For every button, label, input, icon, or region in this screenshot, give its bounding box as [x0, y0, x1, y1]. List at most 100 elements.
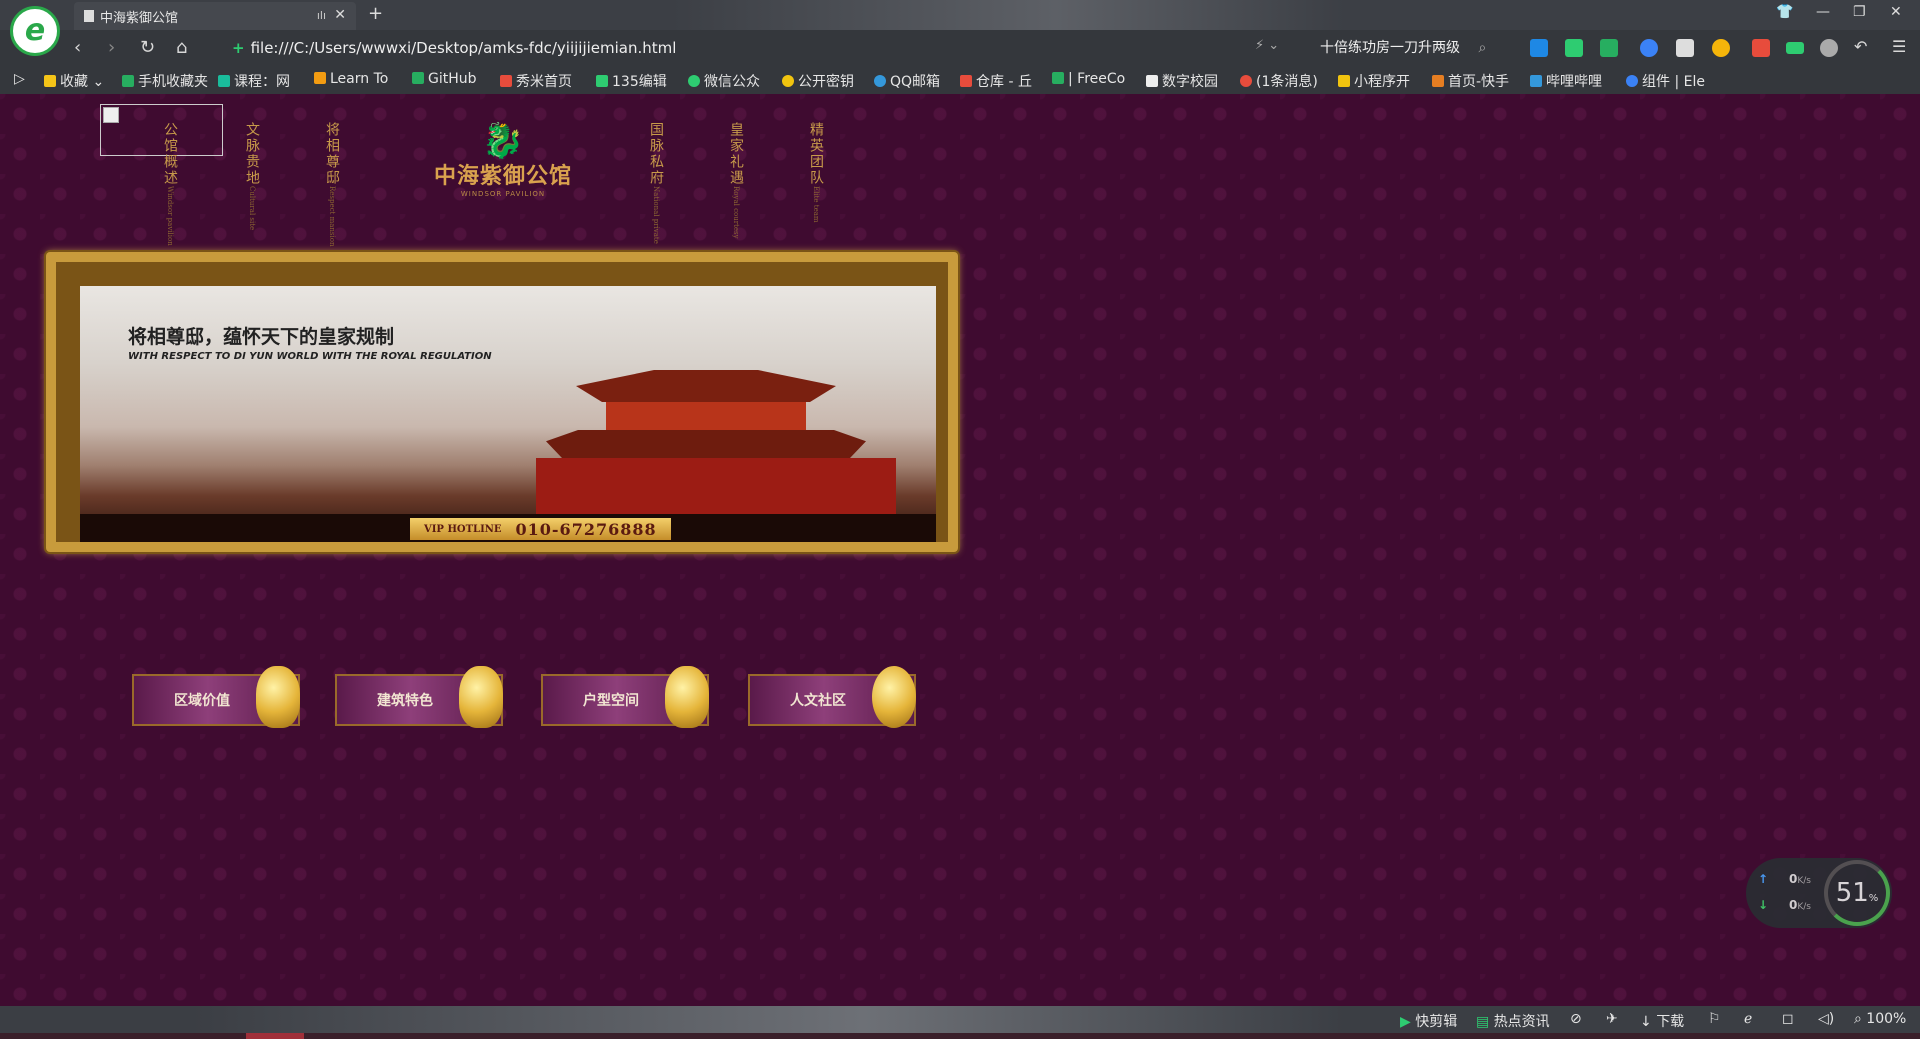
bookmark-item[interactable]: 仓库 - 丘: [960, 71, 1032, 91]
browser-logo-icon[interactable]: e: [10, 6, 60, 56]
course-icon: [218, 75, 230, 87]
forward-icon[interactable]: ›: [108, 37, 115, 58]
key-icon: [782, 75, 794, 87]
translate-icon[interactable]: [1565, 39, 1583, 57]
wechat-icon: [688, 75, 700, 87]
bookmark-item[interactable]: 收藏 ⌄: [44, 71, 104, 91]
page-content: 公馆概述Windsor pavilion 文脉贵地Cultural site 将…: [0, 94, 1920, 1006]
quick-cut-button[interactable]: ▶ 快剪辑: [1400, 1011, 1457, 1031]
hot-news-button[interactable]: ▤ 热点资讯: [1476, 1011, 1550, 1031]
lightning-icon[interactable]: ⚡ ⌄: [1255, 38, 1279, 53]
region-value-button[interactable]: 区域价值: [132, 666, 300, 728]
bookmark-item[interactable]: Learn To: [314, 71, 388, 87]
bookmarks-bar: ▷ 收藏 ⌄ 手机收藏夹 课程：网 Learn To GitHub 秀米首页 1…: [0, 66, 1920, 94]
floorplan-button[interactable]: 户型空间: [541, 666, 709, 728]
bookmark-item[interactable]: 微信公众: [688, 71, 760, 91]
apps-icon[interactable]: [1752, 39, 1770, 57]
bookmark-item[interactable]: 公开密钥: [782, 71, 854, 91]
close-window-button[interactable]: ✕: [1890, 4, 1902, 20]
nav-item-culture[interactable]: 文脉贵地Cultural site: [242, 122, 262, 230]
sidebar-toggle-icon[interactable]: ▷: [14, 71, 25, 87]
download-button[interactable]: ↓ 下载: [1640, 1011, 1684, 1031]
coin-icon[interactable]: [1712, 39, 1730, 57]
brand-logo[interactable]: 🐉 中海紫御公馆 WINDSOR PAVILION: [428, 124, 578, 198]
reload-icon[interactable]: ↻: [140, 37, 155, 58]
menu-icon[interactable]: ☰: [1892, 37, 1906, 56]
bookmark-item[interactable]: 135编辑: [596, 71, 667, 91]
architecture-button[interactable]: 建筑特色: [335, 666, 503, 728]
browser-tab[interactable]: 中海紫御公馆 ılı ✕: [74, 2, 356, 30]
learn-icon: [314, 72, 326, 84]
github-icon: [412, 72, 424, 84]
nav-bar: ‹ › ↻ ⌂ + file:///C:/Users/wwwxi/Desktop/…: [0, 30, 1920, 66]
vip-hotline: VIP HOTLINE 010-67276888: [410, 518, 671, 540]
bookmark-item[interactable]: (1条消息): [1240, 71, 1318, 91]
freeco-icon: [1052, 72, 1064, 84]
flag-icon[interactable]: ⚐: [1708, 1011, 1721, 1027]
restore-button[interactable]: ❐: [1853, 4, 1866, 20]
bookmark-item[interactable]: 首页-快手: [1432, 71, 1509, 91]
p-extension-icon[interactable]: [1530, 39, 1548, 57]
speed-icon[interactable]: ⊘: [1570, 1011, 1582, 1027]
play-icon: ▶: [1400, 1014, 1411, 1030]
bookmark-item[interactable]: 秀米首页: [500, 71, 572, 91]
undo-icon[interactable]: ↶: [1854, 37, 1867, 56]
banner-photo: 将相尊邸，蕴怀天下的皇家规制 WITH RESPECT TO DI YUN WO…: [80, 286, 936, 542]
bookmark-item[interactable]: 小程序开: [1338, 71, 1410, 91]
jade-ornament-icon: [665, 666, 709, 728]
new-tab-button[interactable]: +: [368, 3, 383, 24]
bookmark-item[interactable]: 组件 | Ele: [1626, 71, 1705, 91]
zoom-button[interactable]: ⌕ 100%: [1854, 1011, 1906, 1027]
nav-item-royal[interactable]: 皇家礼遇Royal courtesy: [726, 122, 746, 239]
news-icon: ▤: [1476, 1014, 1490, 1030]
search-icon[interactable]: ⌕: [1478, 40, 1486, 56]
upload-arrow-icon: ↑: [1758, 872, 1769, 886]
nav-item-team[interactable]: 精英团队Elite team: [806, 122, 826, 223]
find-icon[interactable]: [1640, 39, 1658, 57]
csdn-icon: [1240, 75, 1252, 87]
bookmark-item[interactable]: | FreeCo: [1052, 71, 1125, 87]
bilibili-icon: [1530, 75, 1542, 87]
repo-icon: [960, 75, 972, 87]
search-box[interactable]: 十倍练功房一刀升两级 ⌕: [1320, 35, 1500, 61]
pin-icon[interactable]: ✈: [1606, 1011, 1618, 1027]
phone-icon: [122, 75, 134, 87]
address-bar[interactable]: + file:///C:/Users/wwwxi/Desktop/amks-fdc…: [232, 35, 1272, 61]
dragon-icon: 🐉: [481, 121, 525, 161]
nav-item-national[interactable]: 国脉私府National private: [646, 122, 666, 244]
back-icon[interactable]: ‹: [74, 37, 81, 58]
bookmark-item[interactable]: 课程：网: [218, 71, 290, 91]
home-icon[interactable]: ⌂: [176, 37, 187, 58]
bookmark-item[interactable]: GitHub: [412, 71, 477, 87]
nav-item-overview[interactable]: 公馆概述Windsor pavilion: [160, 122, 180, 246]
ie-icon[interactable]: ℯ: [1744, 1011, 1752, 1027]
community-button[interactable]: 人文社区: [748, 666, 916, 728]
screenshot-icon[interactable]: [1676, 39, 1694, 57]
volume-icon[interactable]: ◁): [1818, 1011, 1834, 1027]
audio-icon[interactable]: ılı: [317, 9, 326, 22]
bookmark-item[interactable]: 哔哩哔哩: [1530, 71, 1602, 91]
search-text: 十倍练功房一刀升两级: [1320, 40, 1460, 56]
bookmark-item[interactable]: 手机收藏夹: [122, 71, 208, 91]
close-tab-icon[interactable]: ✕: [334, 7, 346, 23]
title-bar: 中海紫御公馆 ılı ✕ + 👕 — ❐ ✕: [0, 0, 1920, 30]
active-task[interactable]: [246, 1033, 304, 1039]
page-icon: [84, 10, 94, 22]
window-icon[interactable]: ◻: [1782, 1011, 1794, 1027]
tools-icon[interactable]: [1600, 39, 1618, 57]
battery-icon[interactable]: [1786, 42, 1804, 54]
address-text: file:///C:/Users/wwwxi/Desktop/amks-fdc/…: [250, 39, 677, 57]
bookmark-item[interactable]: 数字校园: [1146, 71, 1218, 91]
taskbar: [0, 1033, 1920, 1039]
minimize-button[interactable]: —: [1816, 4, 1830, 20]
nav-item-mansion[interactable]: 将相尊邸Respect mansion: [322, 122, 342, 246]
miniprogram-icon: [1338, 75, 1350, 87]
skin-icon[interactable]: 👕: [1776, 4, 1793, 20]
bookmark-item[interactable]: QQ邮箱: [874, 71, 940, 91]
zoom-icon: ⌕: [1854, 1011, 1862, 1027]
jade-ornament-icon: [459, 666, 503, 728]
tab-title: 中海紫御公馆: [100, 10, 179, 26]
headset-icon[interactable]: [1820, 39, 1838, 57]
xiumi-icon: [500, 75, 512, 87]
network-speed-widget[interactable]: ↑ 0K/s ↓ 0K/s 51%: [1746, 858, 1892, 928]
